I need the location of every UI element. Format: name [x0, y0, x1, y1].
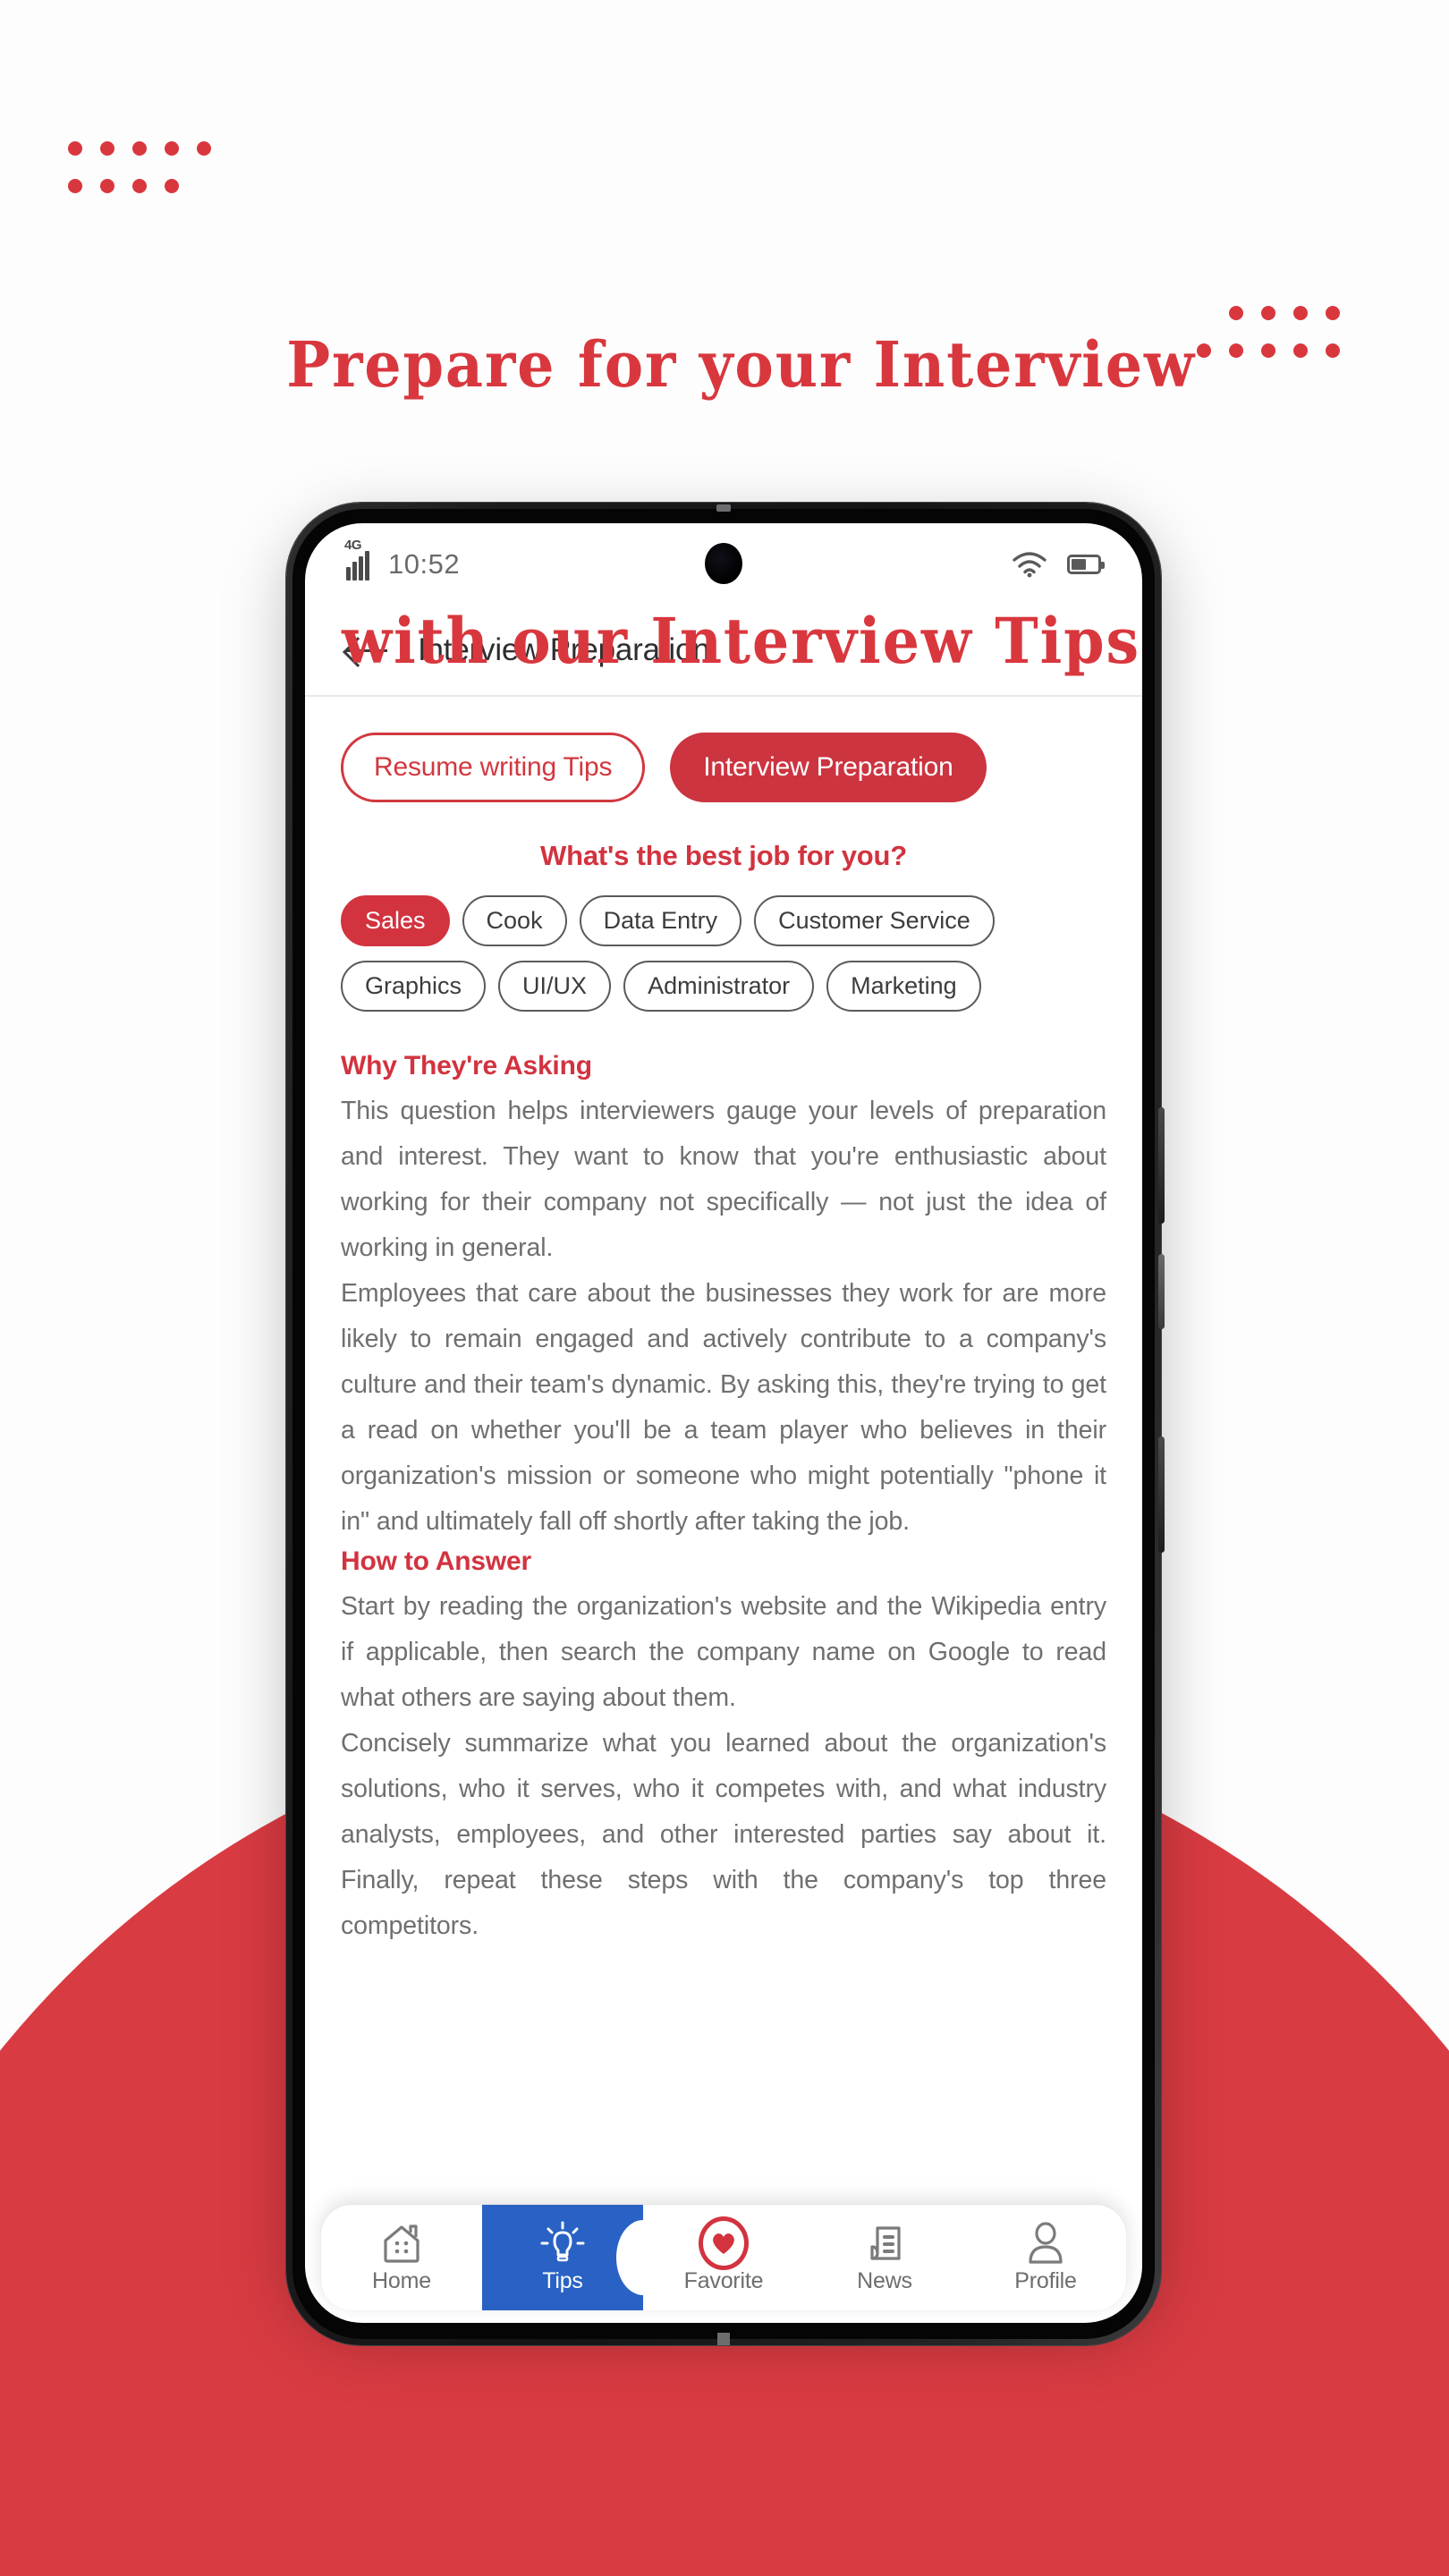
chip-ui-ux[interactable]: UI/UX: [498, 961, 612, 1012]
bottom-navigation-bar: Home Tips Favorite News Profile: [321, 2205, 1126, 2310]
nav-item-profile[interactable]: Profile: [965, 2205, 1126, 2310]
article-paragraph-1: This question helps interviewers gauge y…: [341, 1097, 1106, 1262]
nav-item-tips[interactable]: Tips: [482, 2205, 643, 2310]
nav-label-tips: Tips: [542, 2267, 583, 2293]
nav-label-news: News: [857, 2267, 912, 2293]
chip-graphics[interactable]: Graphics: [341, 961, 487, 1012]
nav-label-home: Home: [372, 2267, 431, 2293]
news-icon: [863, 2222, 906, 2265]
chip-cook[interactable]: Cook: [462, 895, 567, 946]
lightbulb-icon: [538, 2221, 587, 2265]
poster-canvas: Prepare for your Interview with our Inte…: [0, 0, 1449, 2576]
nav-item-news[interactable]: News: [804, 2205, 965, 2310]
article-paragraph-3: Start by reading the organization's webs…: [341, 1592, 1106, 1712]
chip-data-entry[interactable]: Data Entry: [579, 895, 742, 946]
person-icon: [1024, 2221, 1067, 2265]
chip-administrator[interactable]: Administrator: [623, 961, 815, 1012]
bottom-nav-container: Home Tips Favorite News Profile: [305, 2205, 1142, 2323]
chip-sales[interactable]: Sales: [341, 895, 450, 946]
article-paragraph-4: Concisely summarize what you learned abo…: [341, 1729, 1106, 1940]
article-paragraph-2: Employees that care about the businesses…: [341, 1279, 1106, 1536]
article-content: Why They're Asking This question helps i…: [305, 1012, 1142, 2205]
bottom-frame-nub: [717, 2333, 730, 2345]
volume-down-button[interactable]: [1158, 1254, 1165, 1329]
headline-line-2: with our Interview Tips: [342, 604, 1141, 678]
article-heading-how-to-answer: How to Answer: [341, 1546, 531, 1576]
decorative-dots-right: [1197, 306, 1358, 381]
heart-icon: [699, 2216, 749, 2270]
home-icon: [379, 2222, 424, 2265]
nav-item-home[interactable]: Home: [321, 2205, 482, 2310]
nav-label-profile: Profile: [1014, 2267, 1077, 2293]
job-category-chips: Sales Cook Data Entry Customer Service G…: [305, 895, 1142, 1012]
power-button[interactable]: [1158, 1436, 1165, 1553]
poster-headline: Prepare for your Interview with our Inte…: [0, 134, 1449, 871]
nav-label-favorite: Favorite: [683, 2267, 764, 2293]
article-heading-why-theyre-asking: Why They're Asking: [341, 1051, 592, 1080]
volume-up-button[interactable]: [1158, 1107, 1165, 1224]
decorative-dots-left: [68, 141, 229, 216]
chip-customer-service[interactable]: Customer Service: [754, 895, 995, 946]
chip-marketing[interactable]: Marketing: [826, 961, 981, 1012]
